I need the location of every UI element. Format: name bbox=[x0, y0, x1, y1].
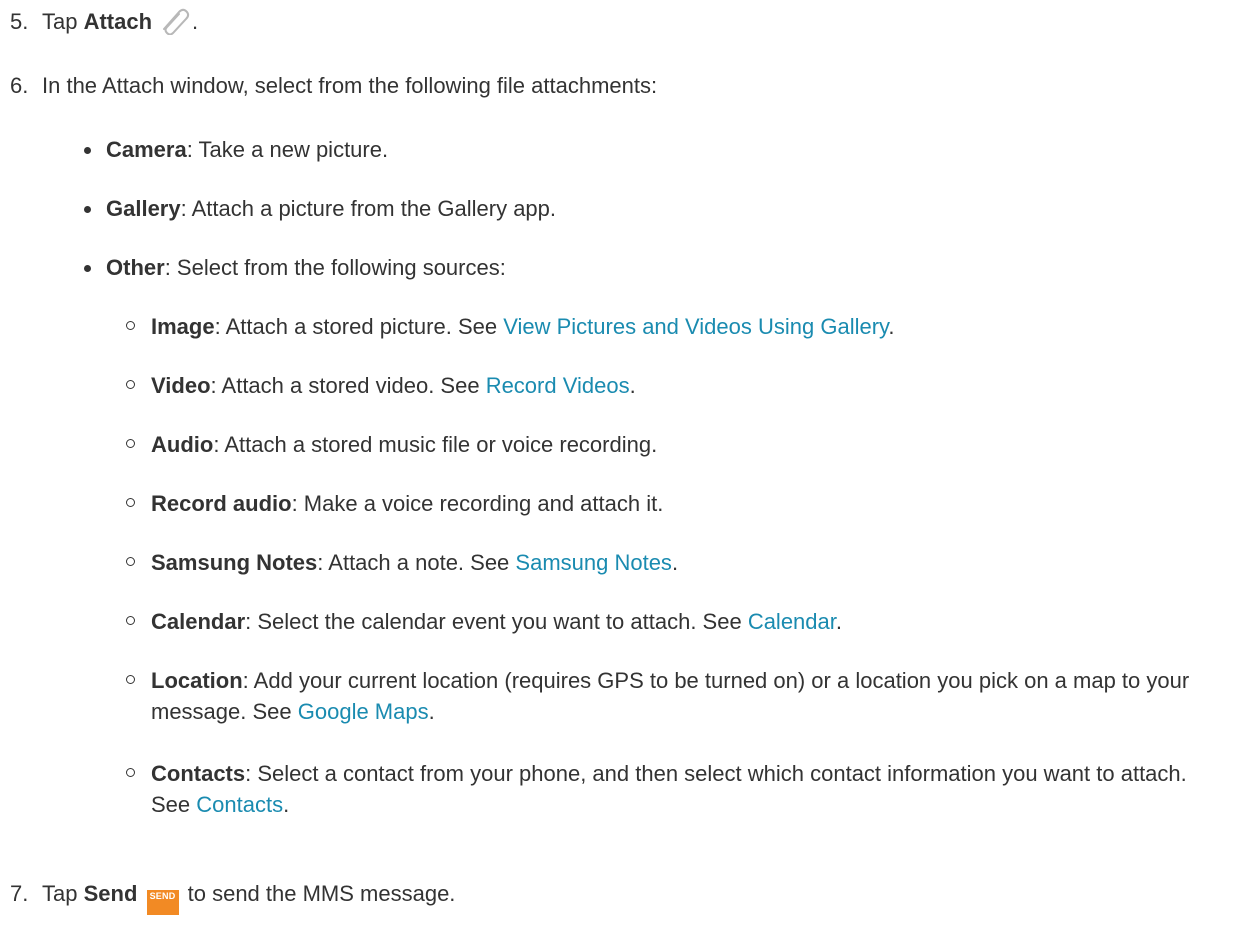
circle-bullet-icon bbox=[126, 675, 135, 684]
circle-bullet-icon bbox=[126, 768, 135, 777]
step-6: 6. In the Attach window, select from the … bbox=[10, 70, 657, 101]
send-label: Send bbox=[83, 881, 138, 906]
circle-bullet-icon bbox=[126, 616, 135, 625]
item-desc: : Attach a stored music file or voice re… bbox=[213, 432, 658, 457]
bullet-icon bbox=[84, 147, 91, 154]
item-end: . bbox=[671, 550, 679, 575]
step-suffix: . bbox=[192, 9, 199, 34]
item-name: Video bbox=[151, 373, 211, 398]
item-name: Contacts bbox=[151, 761, 246, 786]
circle-bullet-icon bbox=[126, 439, 135, 448]
item-end: . bbox=[428, 699, 435, 724]
item-desc: : Attach a stored picture. See bbox=[214, 314, 504, 339]
item-name: Samsung Notes bbox=[151, 550, 318, 575]
step-number: 6. bbox=[10, 73, 29, 98]
step-number: 5. bbox=[10, 9, 29, 34]
circle-bullet-icon bbox=[126, 557, 135, 566]
item-name: Other bbox=[106, 255, 165, 280]
item-name: Calendar bbox=[151, 609, 246, 634]
samsung-notes-link[interactable]: Samsung Notes bbox=[515, 550, 672, 575]
item-end: . bbox=[283, 792, 290, 817]
calendar-link[interactable]: Calendar bbox=[748, 609, 836, 634]
item-desc: : Attach a picture from the Gallery app. bbox=[180, 196, 557, 221]
item-end: . bbox=[888, 314, 895, 339]
paperclip-icon bbox=[156, 5, 192, 43]
step-text: Tap bbox=[42, 9, 84, 34]
bullet-icon bbox=[84, 206, 91, 213]
circle-bullet-icon bbox=[126, 498, 135, 507]
send-button-icon: SEND bbox=[146, 890, 179, 915]
item-end: . bbox=[629, 373, 636, 398]
attach-label: Attach bbox=[83, 9, 153, 34]
item-desc: : Select from the following sources: bbox=[164, 255, 506, 280]
item-desc: : Select the calendar event you want to … bbox=[245, 609, 748, 634]
google-maps-link[interactable]: Google Maps bbox=[298, 699, 429, 724]
item-name: Location bbox=[151, 668, 243, 693]
item-name: Record audio bbox=[151, 491, 292, 516]
item-desc: : Attach a stored video. See bbox=[210, 373, 486, 398]
contacts-link[interactable]: Contacts bbox=[196, 792, 283, 817]
item-desc: : Take a new picture. bbox=[186, 137, 389, 162]
step-7: 7. Tap Send SEND to send the MMS message. bbox=[10, 878, 455, 915]
step-suffix: to send the MMS message. bbox=[181, 881, 456, 906]
item-desc: : Select a contact from your phone, and … bbox=[151, 761, 1187, 817]
record-videos-link[interactable]: Record Videos bbox=[486, 373, 630, 398]
step-5: 5. Tap Attach. bbox=[10, 5, 198, 43]
item-name: Gallery bbox=[106, 196, 181, 221]
item-name: Camera bbox=[106, 137, 187, 162]
step-text: Tap bbox=[42, 881, 84, 906]
item-name: Image bbox=[151, 314, 215, 339]
item-end: . bbox=[835, 609, 843, 634]
item-name: Audio bbox=[151, 432, 214, 457]
view-pictures-link[interactable]: View Pictures and Videos Using Gallery bbox=[503, 314, 888, 339]
bullet-icon bbox=[84, 265, 91, 272]
circle-bullet-icon bbox=[126, 321, 135, 330]
circle-bullet-icon bbox=[126, 380, 135, 389]
item-desc: : Make a voice recording and attach it. bbox=[291, 491, 664, 516]
item-desc: : Attach a note. See bbox=[317, 550, 516, 575]
step-text: In the Attach window, select from the fo… bbox=[42, 73, 658, 98]
step-number: 7. bbox=[10, 881, 29, 906]
